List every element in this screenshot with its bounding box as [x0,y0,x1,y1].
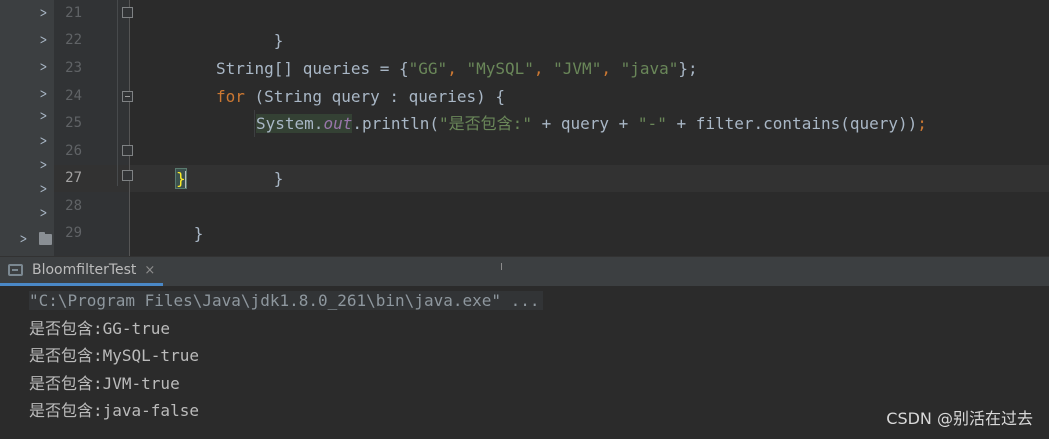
code-line-26: } [216,138,284,219]
keyword: for [216,87,245,106]
code-token: } [273,31,284,50]
tab-label: BloomfilterTest [32,262,137,278]
console-icon [8,264,23,276]
code-token: .println( [352,114,440,133]
chevron-right-icon[interactable]: > [40,135,48,148]
code-token: (String query : queries) { [244,87,505,106]
code-token: } [273,169,284,188]
static-field: out [323,114,353,133]
fold-marker-icon[interactable] [122,145,133,156]
folder-icon [39,232,52,245]
chevron-right-icon[interactable]: > [40,207,48,220]
string-literal: "是否包含:" [439,114,532,133]
code-editor[interactable]: > > > > > > > > > > 21 22 23 24 25 26 27… [0,0,1049,256]
code-line-24: for (String query : queries) { [216,83,505,110]
console-output-line: 是否包含:GG-true [29,319,171,338]
string-literal: "MySQL" [466,59,534,78]
code-token: + query + [531,114,638,133]
ide-window: > > > > > > > > > > 21 22 23 24 25 26 27… [0,0,1049,439]
chevron-right-icon[interactable]: > [40,88,48,101]
chevron-right-icon[interactable]: > [40,110,48,123]
chevron-right-icon[interactable]: > [40,159,48,172]
run-tool-window-header: BloomfilterTest × [0,256,1049,286]
fold-guide-line [117,0,118,186]
line-number: 23 [65,60,82,76]
code-token: String[] [216,59,294,78]
chevron-right-icon[interactable]: > [40,183,48,196]
code-token: }; [678,59,698,78]
resize-handle[interactable] [501,263,502,270]
console-output-line: 是否包含:java-false [29,401,199,420]
line-number: 22 [65,32,82,48]
text-caret [184,170,187,189]
current-line-highlight [54,165,1049,192]
console-output-line: 是否包含:MySQL-true [29,346,199,365]
code-line-27: } [175,165,187,192]
line-number: 28 [65,198,82,214]
watermark: CSDN @别活在过去 [886,409,1033,428]
code-token: , [447,59,467,78]
line-number: 25 [65,115,82,131]
chevron-right-icon[interactable]: > [40,7,48,20]
code-token: } [193,224,204,243]
string-literal: "-" [637,114,667,133]
code-token: + filter.contains(query)) [666,114,918,133]
code-line-23: String[] queries = {"GG", "MySQL", "JVM"… [216,55,698,82]
tab-bloomfilter-test[interactable]: BloomfilterTest × [0,257,164,286]
fold-marker-icon[interactable] [122,91,133,102]
fold-marker-icon[interactable] [122,170,133,181]
console-command-line: "C:\Program Files\Java\jdk1.8.0_261\bin\… [29,287,543,314]
gutter-separator [129,0,130,256]
project-tree-strip: > > > > > > > > > > [0,0,54,256]
line-number: 24 [65,88,82,104]
code-token: , [533,59,554,78]
usage-highlight: System.out [256,114,353,133]
string-literal: "JVM" [553,59,602,78]
code-token: queries = { [293,59,409,78]
code-line-25: System.out.println("是否包含:" + query + "-"… [256,110,927,137]
string-literal: "GG" [408,59,448,78]
chevron-right-icon[interactable]: > [40,34,48,47]
code-token: System. [256,114,324,133]
chevron-right-icon[interactable]: > [20,233,28,246]
line-number: 26 [65,143,82,159]
code-token: ; [917,114,927,133]
indent-guide [254,110,255,137]
line-number: 29 [65,225,82,241]
line-number-current: 27 [65,170,82,186]
code-token: , [601,59,621,78]
line-number: 21 [65,5,82,21]
chevron-right-icon[interactable]: > [40,61,48,74]
console-command: "C:\Program Files\Java\jdk1.8.0_261\bin\… [29,291,543,310]
fold-marker-icon[interactable] [122,7,133,18]
string-literal: "java" [620,59,679,78]
close-icon[interactable]: × [144,263,155,278]
console-output-line: 是否包含:JVM-true [29,374,180,393]
